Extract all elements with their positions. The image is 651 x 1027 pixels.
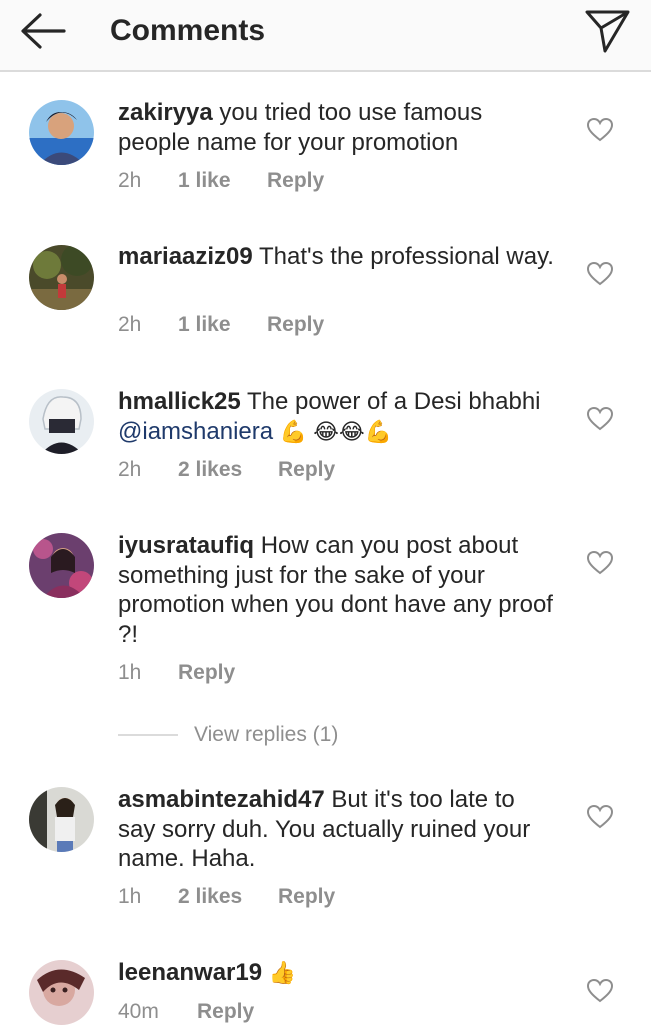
- comment-text: mariaaziz09 That's the professional way.: [118, 242, 558, 272]
- comment-time: 40m: [118, 1000, 159, 1023]
- comment-username[interactable]: iyusrataufiq: [118, 532, 254, 559]
- arrow-left-icon: [21, 13, 66, 49]
- comment-text: leenanwar19 👍: [118, 958, 558, 988]
- heart-icon[interactable]: [587, 262, 613, 286]
- avatar[interactable]: [29, 787, 94, 852]
- heart-icon[interactable]: [587, 407, 613, 431]
- emoji-text: 💪 😂😂💪: [279, 418, 393, 444]
- back-button[interactable]: [18, 10, 68, 52]
- likes-count[interactable]: 1 like: [178, 310, 231, 340]
- comment-time: 2h: [118, 169, 142, 192]
- heart-icon[interactable]: [587, 805, 613, 829]
- comment-time: 2h: [118, 458, 142, 481]
- reply-button[interactable]: Reply: [267, 166, 324, 196]
- reply-button[interactable]: Reply: [278, 882, 335, 912]
- comment-text: asmabintezahid47 But it's too late to sa…: [118, 785, 558, 874]
- likes-count[interactable]: 1 like: [178, 166, 231, 196]
- heart-icon[interactable]: [587, 979, 613, 1003]
- avatar[interactable]: [29, 100, 94, 165]
- heart-icon[interactable]: [587, 551, 613, 575]
- avatar[interactable]: [29, 533, 94, 598]
- comment-time: 1h: [118, 885, 142, 908]
- paper-plane-icon: [585, 10, 630, 53]
- top-bar: Comments: [0, 0, 651, 72]
- comment-username[interactable]: zakiryya: [118, 99, 213, 126]
- comment-body: That's the professional way.: [259, 243, 554, 270]
- thumbs-up-icon: 👍: [268, 960, 297, 985]
- comment-time: 2h: [118, 313, 142, 336]
- reply-button[interactable]: Reply: [178, 658, 235, 688]
- view-replies-button[interactable]: View replies (1): [118, 720, 518, 750]
- view-replies-divider: [118, 734, 178, 736]
- view-replies-label: View replies (1): [194, 723, 339, 746]
- reply-button[interactable]: Reply: [278, 455, 335, 485]
- comment-text: hmallick25 The power of a Desi bhabhi @i…: [118, 387, 558, 446]
- page-title: Comments: [110, 14, 266, 47]
- comment-username[interactable]: leenanwar19: [118, 959, 262, 986]
- comment-text: zakiryya you tried too use famous people…: [118, 98, 558, 157]
- share-button[interactable]: [584, 6, 632, 54]
- reply-button[interactable]: Reply: [197, 997, 254, 1027]
- likes-count[interactable]: 2 likes: [178, 455, 242, 485]
- comment-username[interactable]: asmabintezahid47: [118, 786, 325, 813]
- reply-button[interactable]: Reply: [267, 310, 324, 340]
- heart-icon[interactable]: [587, 118, 613, 142]
- comment-username[interactable]: hmallick25: [118, 388, 241, 415]
- comment-username[interactable]: mariaaziz09: [118, 243, 253, 270]
- comment-body: The power of a Desi bhabhi: [246, 388, 541, 415]
- comment-time: 1h: [118, 661, 142, 684]
- likes-count[interactable]: 2 likes: [178, 882, 242, 912]
- avatar[interactable]: [29, 245, 94, 310]
- avatar[interactable]: [29, 960, 94, 1025]
- comment-text: iyusrataufiq How can you post about some…: [118, 531, 558, 649]
- avatar[interactable]: [29, 389, 94, 454]
- mention-link[interactable]: @iamshaniera: [118, 418, 273, 445]
